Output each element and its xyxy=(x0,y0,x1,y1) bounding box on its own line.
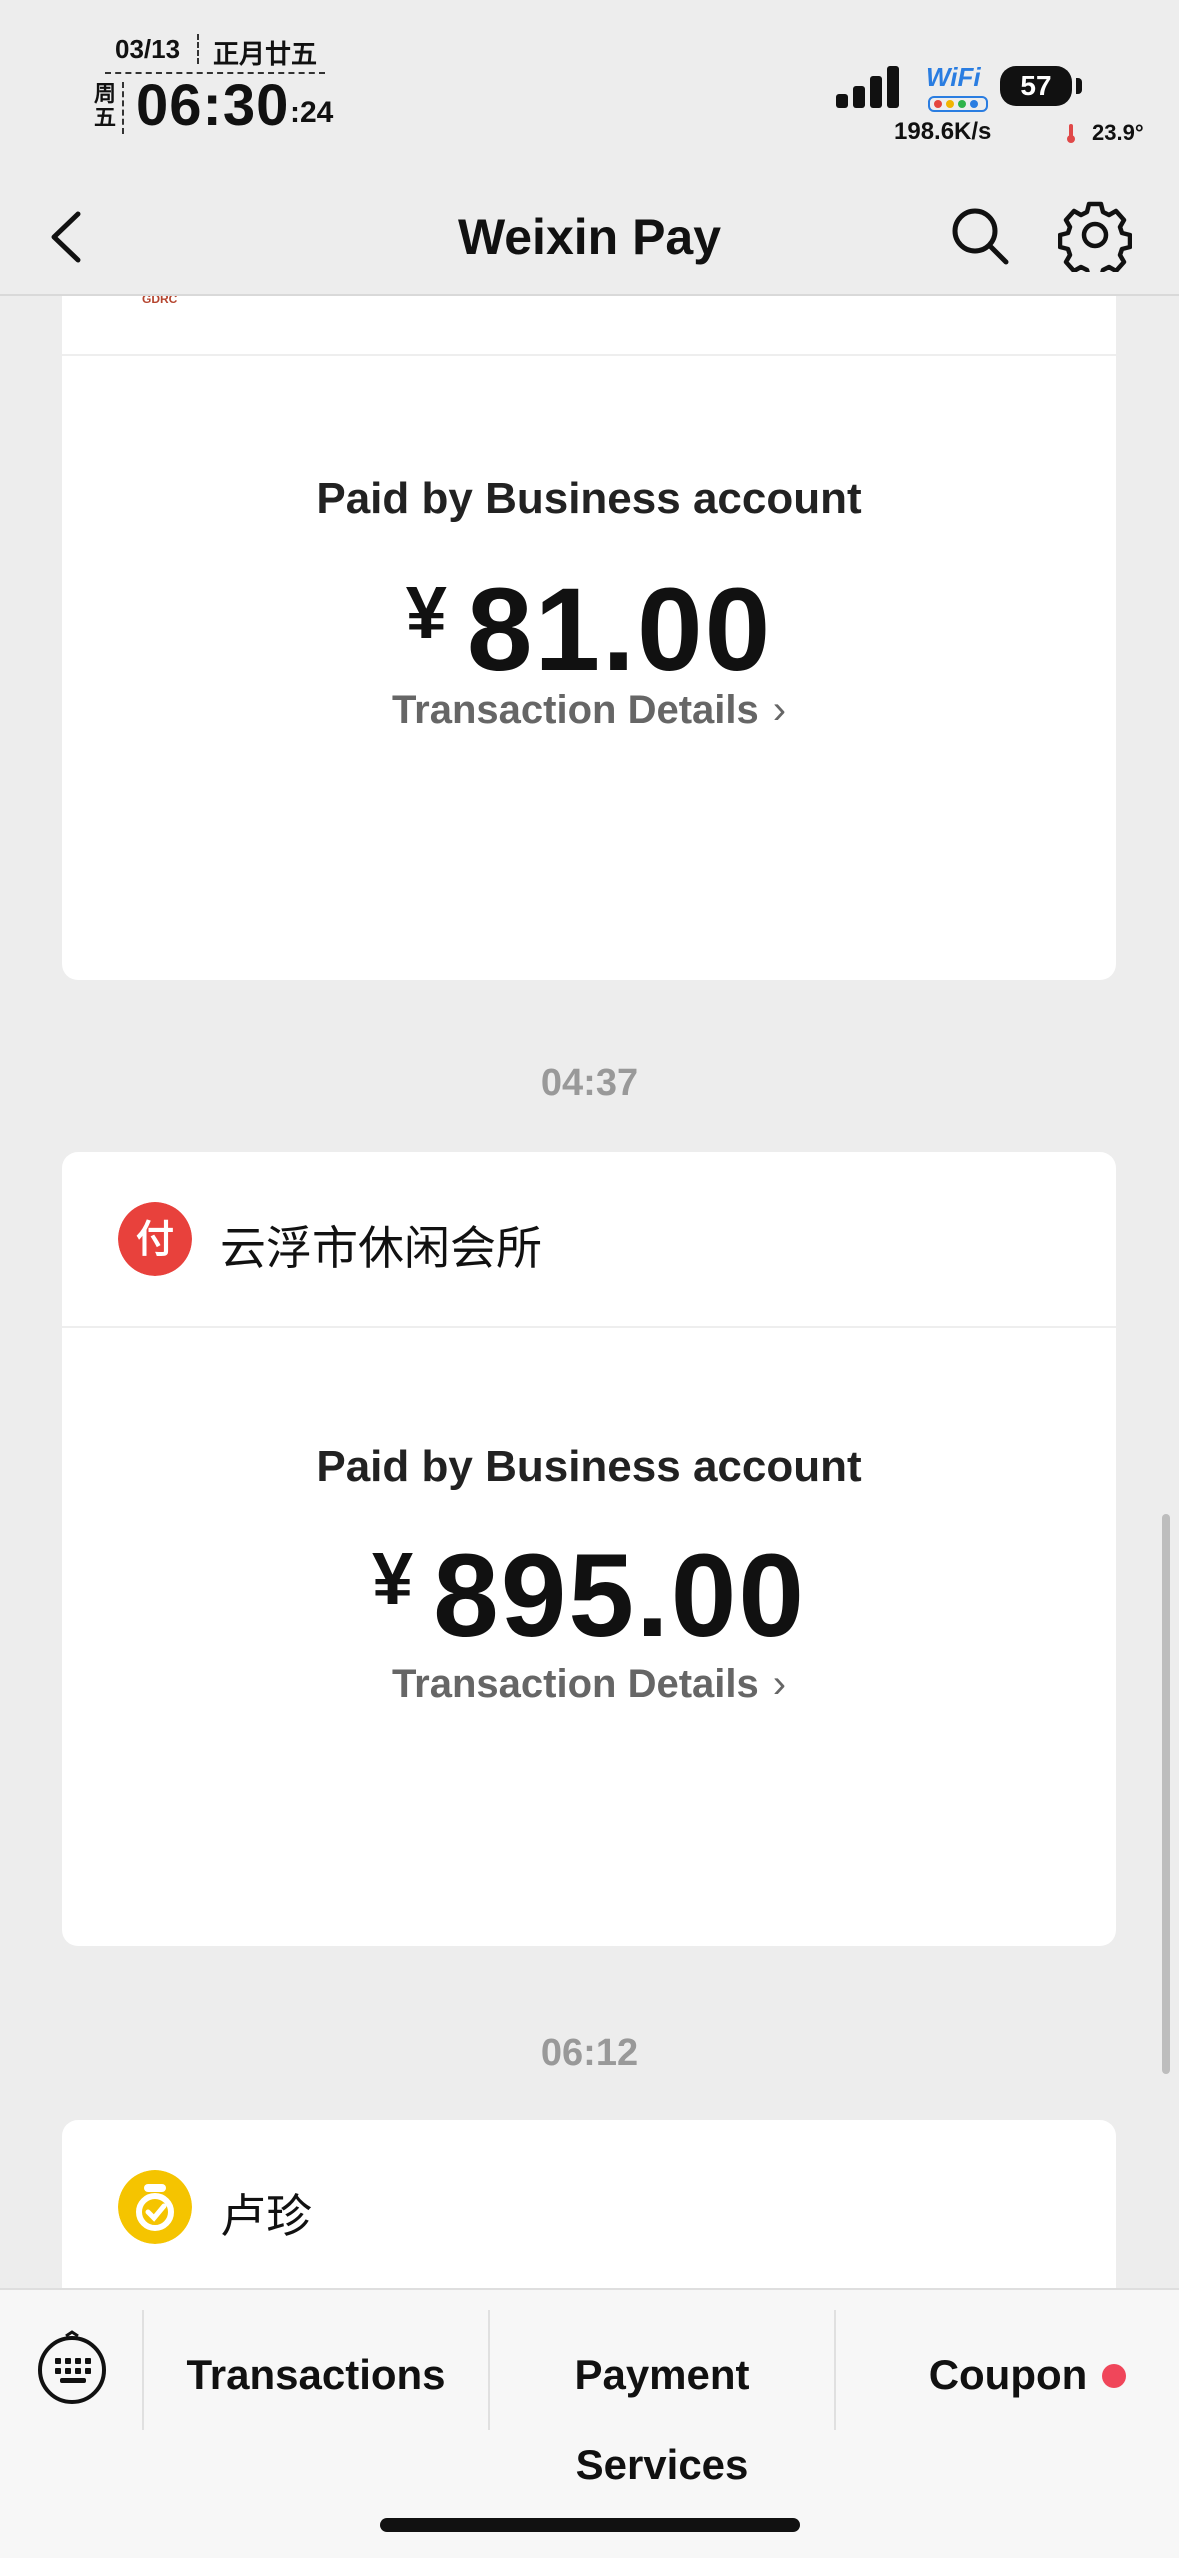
battery-icon: 57 xyxy=(1000,66,1072,106)
chevron-right-icon: › xyxy=(772,688,787,732)
thermometer-icon xyxy=(1067,124,1075,143)
svg-text:付: 付 xyxy=(136,1217,174,1261)
scrollbar[interactable] xyxy=(1162,1514,1170,2074)
bottom-menu-bar: Transactions Payment Services Coupon xyxy=(0,2288,1179,2558)
payment-amount: ¥81.00 xyxy=(62,562,1116,698)
merchant-name: 卢珍 xyxy=(220,2190,312,2242)
wifi-icon: WiFi xyxy=(926,62,981,92)
merchant-avatar-icon xyxy=(118,2170,192,2244)
timestamp: 06:12 xyxy=(540,2032,639,2074)
tab-coupon[interactable]: Coupon xyxy=(836,2330,1179,2420)
transaction-card[interactable]: 卢珍 xyxy=(62,2120,1116,2288)
transaction-details-label: Transaction Details xyxy=(391,1662,759,1706)
status-bar: 03/13 正月廿五 周五 06:30 :24 WiFi 57 198.6K/s… xyxy=(0,0,1179,180)
tab-payment-services[interactable]: Payment Services xyxy=(490,2330,834,2488)
merchant-pay-icon: 付 xyxy=(118,1202,192,1276)
merchant-logo-text: GDRC xyxy=(142,296,178,306)
transaction-details-link[interactable]: Transaction Details › xyxy=(62,688,1116,733)
amount-value: 895.00 xyxy=(433,1530,807,1662)
transaction-details-link[interactable]: Transaction Details › xyxy=(62,1662,1116,1707)
tab-transactions[interactable]: Transactions xyxy=(144,2330,488,2420)
transaction-details-label: Transaction Details xyxy=(391,688,759,732)
wifi-indicator xyxy=(928,96,988,112)
chevron-right-icon: › xyxy=(772,1662,787,1706)
card-header[interactable]: 卢珍 xyxy=(62,2120,1116,2288)
search-icon[interactable] xyxy=(944,200,1016,272)
clock: 06:30 xyxy=(136,73,290,138)
gear-icon[interactable] xyxy=(1058,198,1132,272)
payment-amount: ¥895.00 xyxy=(62,1528,1116,1664)
currency-symbol: ¥ xyxy=(405,571,449,654)
keyboard-icon[interactable] xyxy=(34,2330,110,2406)
currency-symbol: ¥ xyxy=(371,1537,416,1620)
payment-label: Paid by Business account xyxy=(316,1442,862,1491)
transaction-card[interactable]: 付 云浮市休闲会所 Paid by Business account ¥895.… xyxy=(62,1152,1116,1946)
temperature: 23.9° xyxy=(1092,120,1144,145)
network-speed: 198.6K/s xyxy=(894,118,992,145)
transaction-card[interactable]: GDRC Paid by Business account ¥81.00 Tra… xyxy=(62,296,1116,980)
card-header: GDRC xyxy=(62,296,1116,356)
card-header[interactable]: 付 云浮市休闲会所 xyxy=(62,1152,1116,1328)
timestamp: 04:37 xyxy=(540,1062,639,1104)
home-indicator[interactable] xyxy=(380,2518,800,2532)
date-line: 03/13 正月廿五 xyxy=(105,30,325,74)
signal-icon xyxy=(836,64,910,108)
coupon-badge xyxy=(1102,2364,1126,2388)
amount-value: 81.00 xyxy=(466,564,773,696)
navigation-bar: Weixin Pay xyxy=(0,180,1179,296)
date: 03/13 xyxy=(115,34,181,64)
transaction-feed[interactable]: GDRC Paid by Business account ¥81.00 Tra… xyxy=(0,296,1179,2288)
weekday: 周五 xyxy=(94,81,117,130)
clock-seconds: :24 xyxy=(290,96,334,129)
payment-label: Paid by Business account xyxy=(316,474,862,523)
lunar-date: 正月廿五 xyxy=(213,39,318,69)
merchant-name: 云浮市休闲会所 xyxy=(220,1222,542,1274)
